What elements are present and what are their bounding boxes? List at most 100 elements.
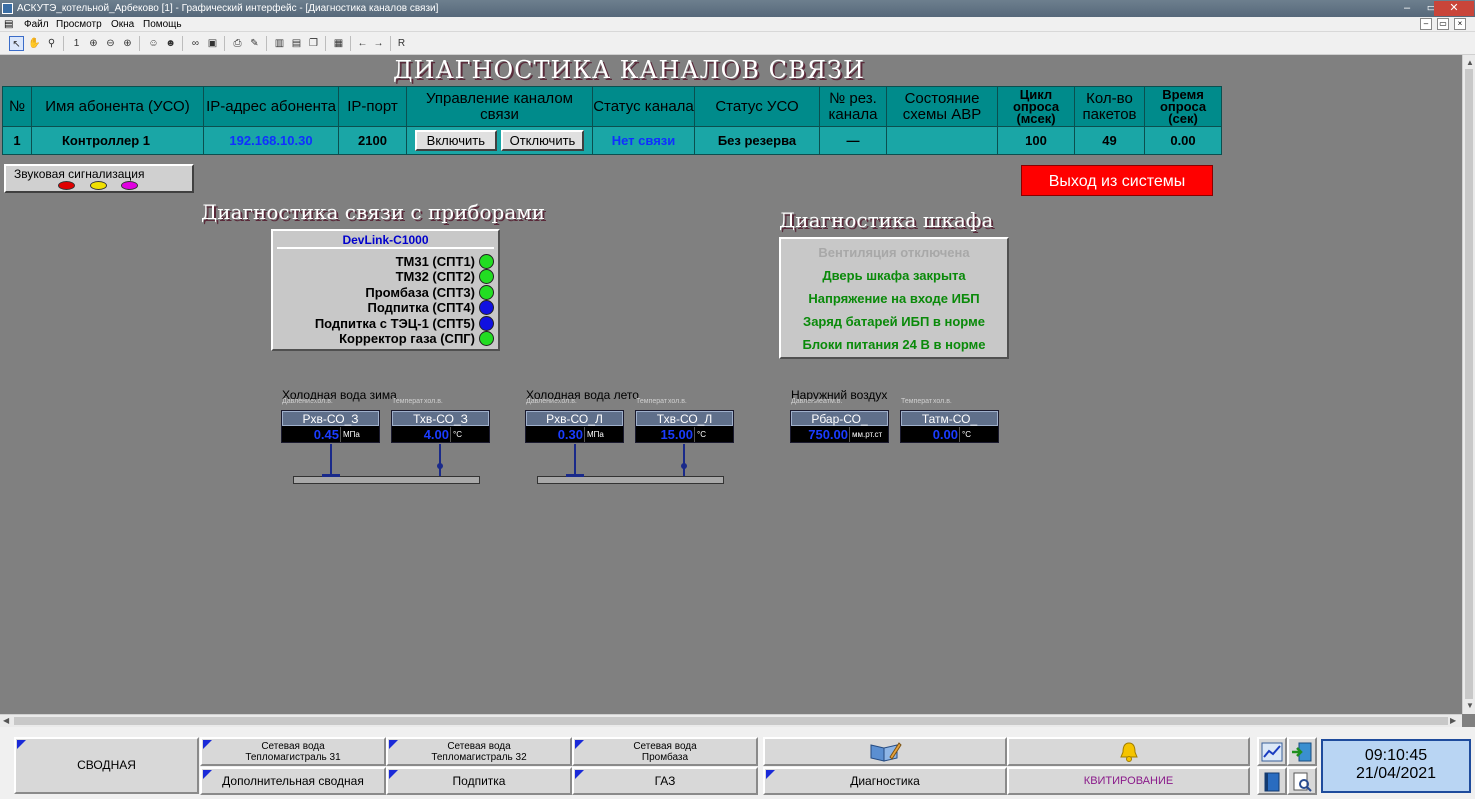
layout-columns-icon[interactable]: ▥ bbox=[272, 36, 287, 51]
exit-system-button[interactable]: Выход из системы bbox=[1021, 165, 1213, 196]
menu-file[interactable]: Файл bbox=[24, 17, 49, 32]
sound-alarm-label: Звуковая сигнализация bbox=[14, 167, 145, 181]
enable-channel-button[interactable]: Включить bbox=[414, 130, 497, 151]
zoom-fit-icon[interactable]: ⊕ bbox=[86, 36, 101, 51]
menubar-app-icon[interactable]: ▤ bbox=[4, 17, 13, 32]
user-key-icon[interactable]: ☻ bbox=[163, 36, 178, 51]
nav-corner-marker bbox=[203, 770, 212, 779]
alarm-red-indicator bbox=[58, 181, 75, 190]
cabinet-panel: Вентиляция отключена Дверь шкафа закрыта Н… bbox=[779, 237, 1009, 359]
scroll-up-icon[interactable]: ▲ bbox=[1466, 57, 1474, 69]
clock-date: 21/04/2021 bbox=[1355, 765, 1437, 782]
menu-view[interactable]: Просмотр bbox=[56, 17, 102, 32]
sensor-readout[interactable]: Рхв-СО_З 0.45 МПа bbox=[281, 410, 380, 443]
cell-poll-time: 0.00 bbox=[1144, 126, 1222, 155]
menubar: ▤ Файл Просмотр Окна Помощь – ▭ × bbox=[0, 17, 1475, 32]
zoom-100-icon[interactable]: 1 bbox=[69, 36, 84, 51]
sensor-sublabel: хол.в. bbox=[933, 398, 952, 405]
forward-arrow-icon[interactable]: → bbox=[371, 36, 386, 51]
cabinet-status-row: Дверь шкафа закрыта bbox=[822, 268, 966, 283]
nav-tm32-button[interactable]: Сетевая вода Тепломагистраль 32 bbox=[386, 737, 572, 766]
scroll-right-icon[interactable]: ▶ bbox=[1450, 715, 1456, 727]
sensor-readout[interactable]: Тхв-СО_З 4.00 °С bbox=[391, 410, 490, 443]
nav-dop-svodnaya-button[interactable]: Дополнительная сводная bbox=[200, 767, 386, 795]
sensor-value: 15.00 bbox=[660, 427, 693, 442]
nav-diagnostics-button[interactable]: Диагностика bbox=[763, 767, 1007, 795]
sensor-readout[interactable]: Татм-СО_ 0.00 °С bbox=[900, 410, 999, 443]
users-icon[interactable]: ☺ bbox=[146, 36, 161, 51]
app-icon bbox=[2, 3, 13, 14]
horizontal-scroll-thumb[interactable] bbox=[14, 717, 1448, 725]
nav-corner-marker bbox=[575, 740, 584, 749]
disable-channel-button[interactable]: Отключить bbox=[500, 130, 585, 151]
nav-kvitirovanie-button[interactable]: КВИТИРОВАНИЕ bbox=[1007, 767, 1250, 795]
exit-door-button[interactable] bbox=[1287, 737, 1317, 766]
nav-podpitka-button[interactable]: Подпитка bbox=[386, 767, 572, 795]
close-button[interactable]: ✕ bbox=[1434, 1, 1474, 16]
vertical-scroll-thumb[interactable] bbox=[1465, 69, 1473, 699]
nav-report-icon-button[interactable] bbox=[763, 737, 1007, 766]
window-list-icon[interactable]: ▦ bbox=[331, 36, 346, 51]
exit-door-icon bbox=[1292, 742, 1312, 762]
layout-rows-icon[interactable]: ▤ bbox=[289, 36, 304, 51]
sensor-readout[interactable]: Рхв-СО_Л 0.30 МПа bbox=[525, 410, 624, 443]
trend-chart-button[interactable] bbox=[1257, 737, 1287, 766]
zoom-in-icon[interactable]: ⊕ bbox=[120, 36, 135, 51]
devices-panel: DevLink-C1000 ТМ31 (СПТ1) ТМ32 (СПТ2) Пром… bbox=[271, 229, 500, 351]
sensor-readout[interactable]: Тхв-СО_Л 15.00 °С bbox=[635, 410, 734, 443]
hint-icon[interactable]: ✎ bbox=[247, 36, 262, 51]
menu-help[interactable]: Помощь bbox=[143, 17, 182, 32]
sensor-unit: °С bbox=[959, 427, 998, 442]
binoculars-icon[interactable]: ∞ bbox=[188, 36, 203, 51]
mdi-close-button[interactable]: × bbox=[1454, 18, 1466, 30]
nav-svodnaya-button[interactable]: СВОДНАЯ bbox=[14, 737, 199, 794]
cell-control: Включить Отключить bbox=[406, 126, 593, 155]
nav-prombaza-button[interactable]: Сетевая вода Промбаза bbox=[572, 737, 758, 766]
temperature-probe-line bbox=[439, 444, 441, 476]
cell-avr bbox=[886, 126, 998, 155]
sound-alarm-button[interactable]: Звуковая сигнализация bbox=[4, 164, 194, 193]
nav-kvitirovanie-label: КВИТИРОВАНИЕ bbox=[1083, 775, 1174, 787]
mdi-restore-button[interactable]: ▭ bbox=[1437, 18, 1449, 30]
book-button[interactable] bbox=[1257, 767, 1287, 795]
sensor-value: 0.30 bbox=[557, 427, 583, 442]
minimize-button[interactable]: – bbox=[1395, 1, 1419, 16]
sensor-unit: МПа bbox=[340, 427, 379, 442]
col-header-packets: Кол-во пакетов bbox=[1074, 86, 1145, 127]
zoom-out-icon[interactable]: ⊖ bbox=[103, 36, 118, 51]
document-search-button[interactable] bbox=[1287, 767, 1317, 795]
menu-windows[interactable]: Окна bbox=[111, 17, 134, 32]
scroll-left-icon[interactable]: ◀ bbox=[3, 715, 9, 727]
sensor-sublabel: Температ bbox=[636, 398, 668, 405]
sensor-readout[interactable]: Рбар-СО_ 750.00 мм.рт.ст bbox=[790, 410, 889, 443]
hand-icon[interactable]: ✋ bbox=[27, 36, 42, 51]
cascade-icon[interactable]: ❐ bbox=[306, 36, 321, 51]
back-arrow-icon[interactable]: ← bbox=[355, 36, 370, 51]
nav-tm31-button[interactable]: Сетевая вода Тепломагистраль 31 bbox=[200, 737, 386, 766]
col-header-port: IP-порт bbox=[338, 86, 407, 127]
horizontal-scrollbar[interactable]: ◀ ▶ bbox=[0, 714, 1462, 727]
pressure-probe-line bbox=[330, 444, 332, 474]
nav-tm31-line1: Сетевая вода bbox=[261, 741, 325, 752]
bell-icon bbox=[1119, 742, 1138, 762]
magnifier-icon[interactable]: ⚲ bbox=[44, 36, 59, 51]
mdi-minimize-button[interactable]: – bbox=[1420, 18, 1432, 30]
sensor-sublabel: Давление bbox=[791, 398, 823, 405]
save-icon[interactable]: ▣ bbox=[205, 36, 220, 51]
nav-corner-marker bbox=[389, 740, 398, 749]
col-header-uso-status: Статус УСО bbox=[694, 86, 820, 127]
sensor-sublabel: атм.в. bbox=[823, 398, 843, 405]
nav-tm31-line2: Тепломагистраль 31 bbox=[245, 752, 341, 763]
nav-corner-marker bbox=[575, 770, 584, 779]
device-label: ТМ32 (СПТ2) bbox=[395, 269, 475, 284]
pointer-icon[interactable]: ↖ bbox=[9, 36, 24, 51]
cell-port: 2100 bbox=[338, 126, 407, 155]
print-icon[interactable]: ⎙ bbox=[230, 36, 245, 51]
cell-name: Контроллер 1 bbox=[31, 126, 204, 155]
pressure-probe-base bbox=[566, 474, 584, 477]
nav-alarm-bell-button[interactable] bbox=[1007, 737, 1250, 766]
refresh-r-button[interactable]: R bbox=[394, 36, 409, 51]
scroll-down-icon[interactable]: ▼ bbox=[1466, 700, 1474, 712]
nav-gaz-button[interactable]: ГАЗ bbox=[572, 767, 758, 795]
vertical-scrollbar[interactable]: ▲ ▼ bbox=[1462, 55, 1475, 714]
